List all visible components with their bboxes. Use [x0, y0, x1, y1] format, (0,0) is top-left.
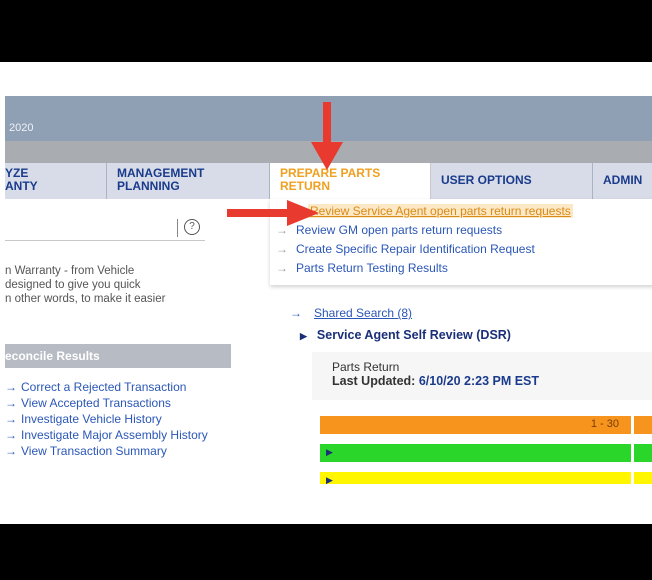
- arrow-icon: →: [5, 380, 17, 394]
- menu-item-create-repair-id[interactable]: → Create Specific Repair Identification R…: [276, 242, 535, 256]
- video-letterbox-top: [0, 0, 652, 62]
- menu-item-testing-results[interactable]: → Parts Return Testing Results: [276, 261, 448, 275]
- status-bar-orange-extra: [634, 416, 652, 434]
- menu-item-review-service-agent[interactable]: Review Service Agent open parts return r…: [308, 204, 573, 218]
- parts-return-label: Parts Return: [332, 360, 400, 374]
- task-list: → Correct a Rejected Transaction → View Ac…: [5, 380, 231, 460]
- screenshot-area: 2020 YZE ANTY MANAGEMENT PLANNING PREPAR…: [5, 96, 652, 484]
- task-label: Investigate Major Assembly History: [21, 428, 208, 442]
- status-bar-yellow[interactable]: ▶: [320, 472, 631, 484]
- shared-search-link[interactable]: Shared Search (8): [314, 306, 412, 320]
- banner-year: 2020: [9, 122, 34, 134]
- tab-admin[interactable]: ADMIN: [593, 163, 652, 199]
- parts-return-info: Parts Return Last Updated: 6/10/20 2:23 …: [312, 352, 652, 400]
- menu-item-label: Create Specific Repair Identification Re…: [296, 242, 535, 256]
- tab-user-options[interactable]: USER OPTIONS: [431, 163, 593, 199]
- expand-triangle-icon: ▶: [300, 331, 307, 341]
- menu-item-label: Review GM open parts return requests: [296, 223, 503, 237]
- bar-range-label: 1 - 30: [590, 418, 619, 430]
- tab-label-line2: PLANNING: [117, 179, 180, 193]
- reconcile-results-header: econcile Results: [5, 344, 231, 368]
- help-field: ?: [5, 214, 205, 241]
- arrow-icon: →: [276, 261, 288, 275]
- prepare-parts-return-menu: Review Service Agent open parts return r…: [270, 199, 652, 285]
- task-link-vehicle-history[interactable]: → Investigate Vehicle History: [5, 412, 231, 427]
- tab-prepare-parts-return[interactable]: PREPARE PARTS RETURN: [270, 163, 431, 199]
- description-line: n Warranty - from Vehicle: [5, 265, 135, 277]
- help-separator: [177, 219, 178, 237]
- tab-label-line2: ANTY: [5, 179, 38, 193]
- tab-label-line1: USER OPTIONS: [441, 173, 532, 187]
- task-link-view-accepted[interactable]: → View Accepted Transactions: [5, 396, 231, 411]
- task-link-correct-rejected[interactable]: → Correct a Rejected Transaction: [5, 380, 231, 395]
- status-bar-orange[interactable]: 1 - 30: [320, 416, 631, 434]
- task-label: Investigate Vehicle History: [21, 412, 162, 426]
- task-label: View Accepted Transactions: [21, 396, 171, 410]
- last-updated-value: 6/10/20 2:23 PM EST: [418, 374, 540, 388]
- arrow-icon: →: [5, 412, 17, 426]
- tab-label-line1: ADMIN: [603, 173, 643, 187]
- task-label: View Transaction Summary: [21, 444, 167, 458]
- arrow-icon: →: [5, 428, 17, 442]
- help-icon[interactable]: ?: [184, 219, 200, 235]
- status-bar-green[interactable]: ▶: [320, 444, 631, 462]
- last-updated-label: Last Updated:: [332, 374, 416, 388]
- red-down-arrow-icon: [311, 102, 343, 170]
- red-right-arrow-icon: [227, 200, 319, 226]
- status-bar-yellow-extra: [634, 472, 652, 484]
- menu-item-label: Parts Return Testing Results: [296, 261, 448, 275]
- task-link-major-assembly[interactable]: → Investigate Major Assembly History: [5, 428, 231, 443]
- video-letterbox-bottom: [0, 524, 652, 580]
- tab-management-planning[interactable]: MANAGEMENT PLANNING: [107, 163, 270, 199]
- description-line: n other words, to make it easier: [5, 293, 166, 305]
- section-title: Service Agent Self Review (DSR): [316, 328, 511, 342]
- service-agent-self-review[interactable]: ▶ Service Agent Self Review (DSR): [300, 328, 511, 342]
- arrow-icon: →: [5, 396, 17, 410]
- arrow-icon: →: [276, 242, 288, 256]
- expand-triangle-icon: ▶: [326, 447, 333, 457]
- description-line: designed to give you quick: [5, 279, 141, 291]
- expand-triangle-icon: ▶: [326, 475, 333, 484]
- task-label: Correct a Rejected Transaction: [21, 380, 187, 394]
- arrow-icon: →: [5, 444, 17, 458]
- shared-search: → Shared Search (8): [290, 306, 412, 320]
- last-updated: Last Updated: 6/10/20 2:23 PM EST: [332, 374, 539, 388]
- task-link-transaction-summary[interactable]: → View Transaction Summary: [5, 444, 231, 459]
- arrow-icon: →: [290, 306, 302, 320]
- tab-label-line2: RETURN: [280, 179, 330, 193]
- tab-analyze-warranty[interactable]: YZE ANTY: [5, 163, 107, 199]
- status-bar-green-extra: [634, 444, 652, 462]
- intro-description: n Warranty - from Vehicle designed to gi…: [5, 264, 165, 306]
